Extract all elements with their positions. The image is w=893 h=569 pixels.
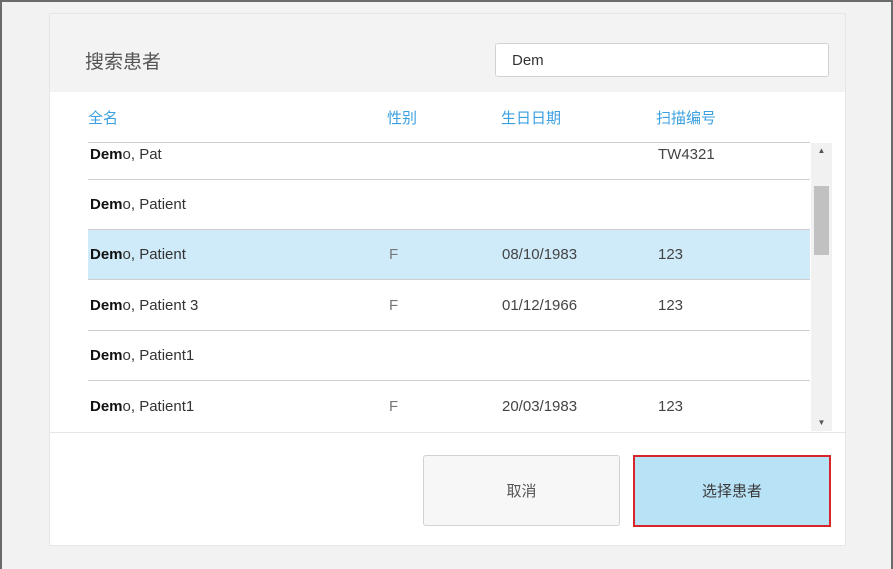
cell-scan-number: 123 bbox=[658, 398, 684, 415]
column-header-dob[interactable]: 生日日期 bbox=[501, 107, 561, 128]
cell-full-name: Demo, Patient1 bbox=[90, 347, 195, 364]
cell-sex: F bbox=[389, 246, 399, 263]
search-input[interactable] bbox=[495, 43, 829, 77]
column-header-name[interactable]: 全名 bbox=[88, 107, 118, 128]
cell-sex: F bbox=[389, 398, 399, 415]
scrollbar-thumb[interactable] bbox=[814, 186, 829, 255]
cell-full-name: Demo, Patient 3 bbox=[90, 297, 199, 314]
table-row[interactable]: Demo, Pat TW4321 bbox=[88, 143, 810, 180]
cell-scan-number: TW4321 bbox=[658, 146, 715, 163]
cell-full-name: Demo, Pat bbox=[90, 146, 162, 163]
table-row[interactable]: Demo, Patient F 08/10/1983 123 bbox=[88, 230, 810, 280]
search-patient-dialog: 搜索患者 全名 性别 生日日期 扫描编号 Demo, Pat TW4321 De… bbox=[50, 14, 845, 545]
scroll-up-arrow-icon[interactable]: ▲ bbox=[811, 143, 832, 159]
select-patient-button[interactable]: 选择患者 bbox=[633, 455, 831, 527]
cell-scan-number: 123 bbox=[658, 297, 684, 314]
cell-dob: 20/03/1983 bbox=[502, 398, 578, 415]
column-header-sex[interactable]: 性别 bbox=[387, 107, 417, 128]
cancel-button[interactable]: 取消 bbox=[423, 455, 620, 526]
cell-dob: 01/12/1966 bbox=[502, 297, 578, 314]
cell-full-name: Demo, Patient bbox=[90, 246, 186, 263]
cell-sex: F bbox=[389, 297, 399, 314]
column-header-scan-number[interactable]: 扫描编号 bbox=[656, 107, 716, 128]
footer-divider bbox=[50, 432, 845, 433]
cell-full-name: Demo, Patient1 bbox=[90, 398, 195, 415]
vertical-scrollbar[interactable]: ▲ ▼ bbox=[811, 143, 832, 431]
cell-full-name: Demo, Patient bbox=[90, 196, 186, 213]
dialog-title: 搜索患者 bbox=[85, 52, 162, 73]
table-row[interactable]: Demo, Patient1 F 20/03/1983 123 bbox=[88, 382, 810, 431]
table-row[interactable]: Demo, Patient 3 F 01/12/1966 123 bbox=[88, 281, 810, 331]
scroll-down-arrow-icon[interactable]: ▼ bbox=[811, 415, 832, 431]
table-row[interactable]: Demo, Patient1 bbox=[88, 331, 810, 381]
cell-scan-number: 123 bbox=[658, 246, 684, 263]
patient-list: Demo, Pat TW4321 Demo, Patient Demo, Pat… bbox=[88, 143, 810, 431]
dialog-header: 搜索患者 bbox=[50, 14, 845, 92]
cell-dob: 08/10/1983 bbox=[502, 246, 578, 263]
window-frame: 搜索患者 全名 性别 生日日期 扫描编号 Demo, Pat TW4321 De… bbox=[0, 0, 893, 569]
table-row[interactable]: Demo, Patient bbox=[88, 180, 810, 230]
